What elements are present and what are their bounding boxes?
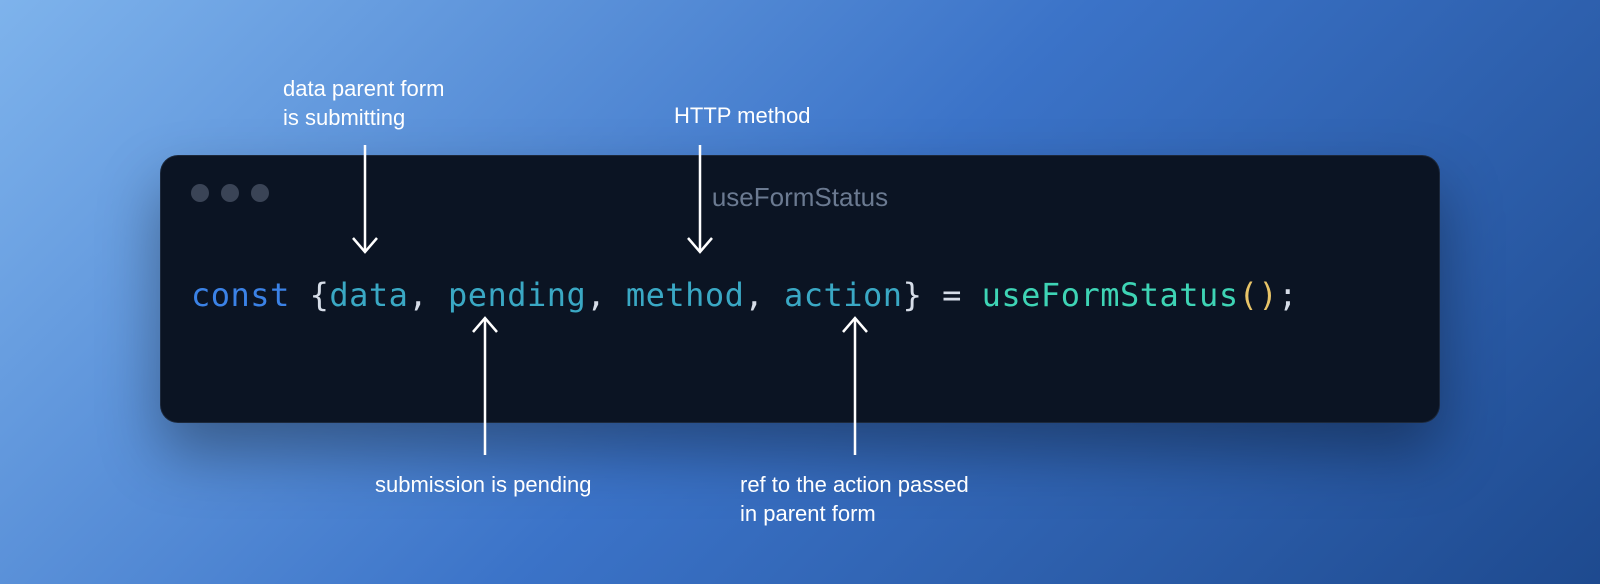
code-prop-method: method xyxy=(626,276,745,314)
code-call: useFormStatus xyxy=(982,276,1239,314)
code-line: const {data, pending, method, action} = … xyxy=(191,276,1298,314)
code-keyword: const xyxy=(191,276,290,314)
annotation-data: data parent formis submitting xyxy=(283,75,503,132)
code-paren-open: ( xyxy=(1239,276,1259,314)
code-comma: , xyxy=(408,276,448,314)
annotation-method: HTTP method xyxy=(674,102,874,131)
code-equals: = xyxy=(922,276,981,314)
code-comma: , xyxy=(586,276,626,314)
annotation-pending: submission is pending xyxy=(375,471,635,500)
code-brace-open: { xyxy=(290,276,330,314)
window-title: useFormStatus xyxy=(161,182,1439,213)
code-prop-pending: pending xyxy=(448,276,586,314)
code-semicolon: ; xyxy=(1278,276,1298,314)
code-prop-data: data xyxy=(329,276,408,314)
code-window: useFormStatus const {data, pending, meth… xyxy=(160,155,1440,423)
code-brace-close: } xyxy=(903,276,923,314)
code-paren-close: ) xyxy=(1258,276,1278,314)
annotation-action: ref to the action passedin parent form xyxy=(740,471,1040,528)
code-comma: , xyxy=(744,276,784,314)
code-prop-action: action xyxy=(784,276,903,314)
